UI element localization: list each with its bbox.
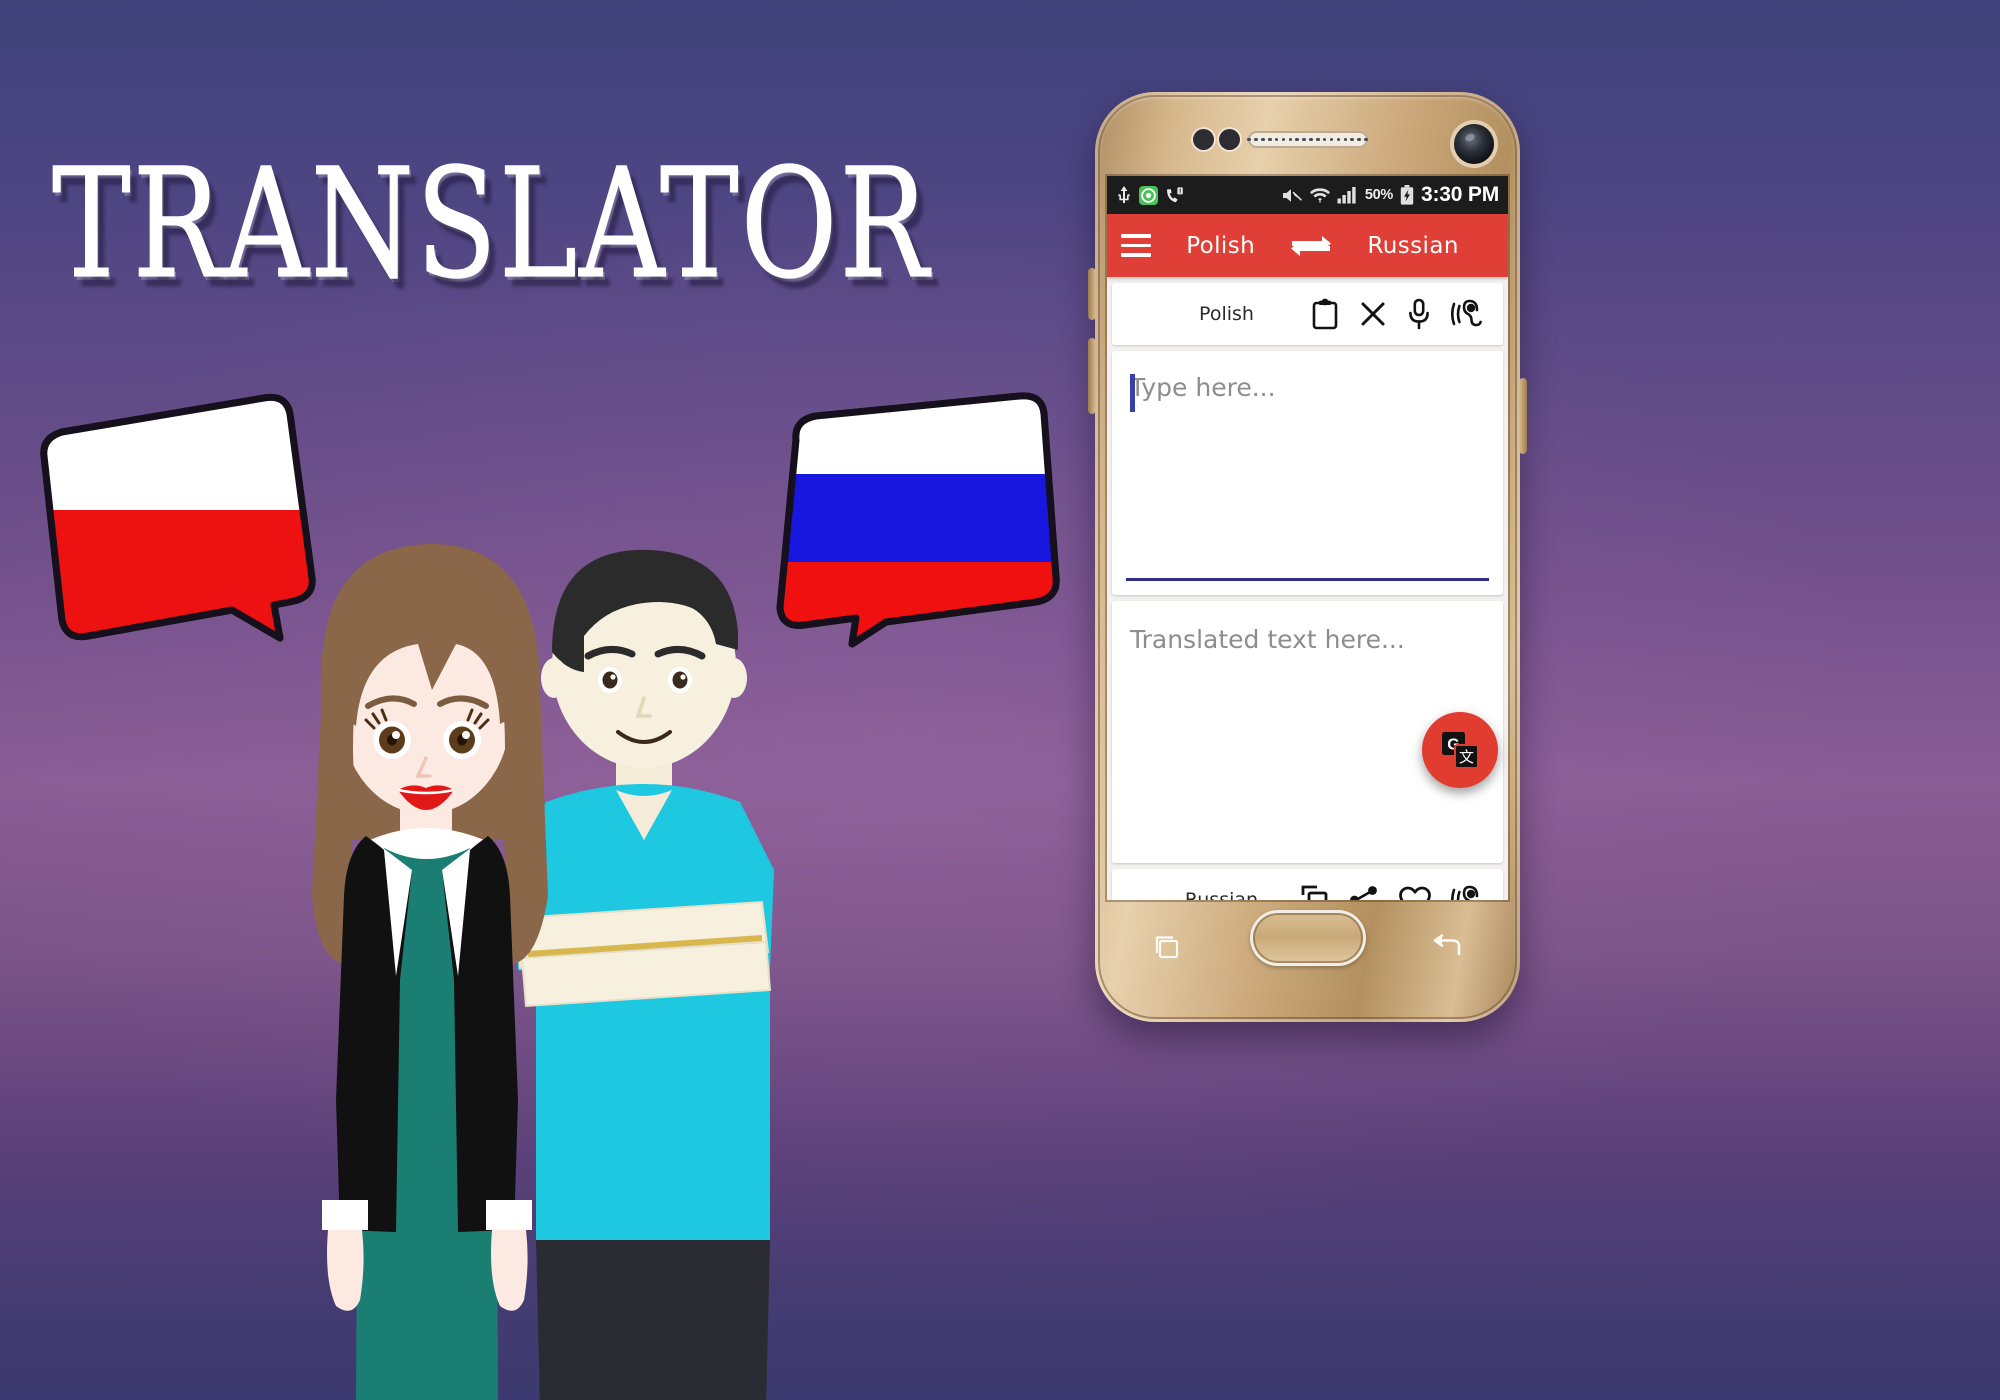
source-language-selector[interactable]: Polish xyxy=(1186,233,1255,259)
target-toolbar: Russian xyxy=(1112,869,1503,900)
mute-icon xyxy=(1282,187,1303,204)
listen-icon[interactable] xyxy=(1450,884,1483,900)
status-bar: 50% 3:30 PM xyxy=(1107,176,1508,214)
polish-flag-speech-bubble xyxy=(18,382,318,652)
earpiece-speaker-icon xyxy=(1247,131,1368,148)
phone-mockup: 50% 3:30 PM Polish Russian Polish Type h… xyxy=(1088,92,1527,1022)
clear-x-icon[interactable] xyxy=(1359,300,1387,328)
clock-label: 3:30 PM xyxy=(1421,183,1499,206)
paste-clipboard-icon[interactable] xyxy=(1311,298,1339,330)
wifi-icon xyxy=(1309,186,1330,204)
text-caret xyxy=(1130,374,1135,412)
favorite-heart-icon[interactable] xyxy=(1399,886,1431,900)
usb-icon xyxy=(1116,185,1132,205)
characters-illustration xyxy=(300,540,860,1400)
listen-icon[interactable] xyxy=(1450,298,1483,330)
front-camera-icon xyxy=(1454,124,1494,164)
man-character xyxy=(514,549,774,1400)
share-icon[interactable] xyxy=(1349,885,1379,900)
source-text-card[interactable]: Type here... xyxy=(1112,351,1503,595)
phone-screen: 50% 3:30 PM Polish Russian Polish Type h… xyxy=(1107,176,1508,900)
translate-icon: G 文 xyxy=(1442,732,1479,769)
power-button[interactable] xyxy=(1519,378,1527,454)
hamburger-menu-icon[interactable] xyxy=(1121,234,1151,257)
woman-character xyxy=(312,543,548,1400)
target-toolbar-card: Russian xyxy=(1112,869,1503,900)
app-notification-icon xyxy=(1139,185,1158,205)
source-toolbar: Polish xyxy=(1112,283,1503,345)
translate-fab-button[interactable]: G 文 xyxy=(1422,712,1498,788)
signal-icon xyxy=(1337,186,1358,204)
light-sensor-icon xyxy=(1219,129,1240,150)
translated-text-output: Translated text here... xyxy=(1130,625,1405,654)
home-button[interactable] xyxy=(1249,910,1366,966)
target-language-label: Russian xyxy=(1184,889,1259,900)
app-bar: Polish Russian xyxy=(1107,214,1508,277)
target-language-selector[interactable]: Russian xyxy=(1367,233,1458,259)
battery-percent-label: 50% xyxy=(1364,187,1394,203)
swap-languages-icon[interactable] xyxy=(1290,232,1332,260)
svg-text:文: 文 xyxy=(1459,748,1474,766)
microphone-icon[interactable] xyxy=(1407,298,1431,330)
poster-stage: TRANSLATOR 50% 3:30 PM Polish Russian Po… xyxy=(0,0,2000,1400)
source-language-label: Polish xyxy=(1199,303,1254,325)
page-title: TRANSLATOR xyxy=(52,135,931,312)
proximity-sensor-icon xyxy=(1193,129,1214,150)
battery-charging-icon xyxy=(1400,185,1414,205)
source-text-input[interactable]: Type here... xyxy=(1130,373,1485,402)
recents-icon[interactable] xyxy=(1153,934,1183,960)
missed-call-icon xyxy=(1165,186,1184,205)
source-toolbar-card: Polish xyxy=(1112,283,1503,345)
volume-up-button[interactable] xyxy=(1088,268,1096,320)
copy-icon[interactable] xyxy=(1301,885,1329,900)
input-underline xyxy=(1126,578,1489,581)
back-arrow-icon[interactable] xyxy=(1430,934,1462,960)
volume-down-button[interactable] xyxy=(1088,338,1096,414)
phone-top-sensors xyxy=(1095,122,1520,164)
